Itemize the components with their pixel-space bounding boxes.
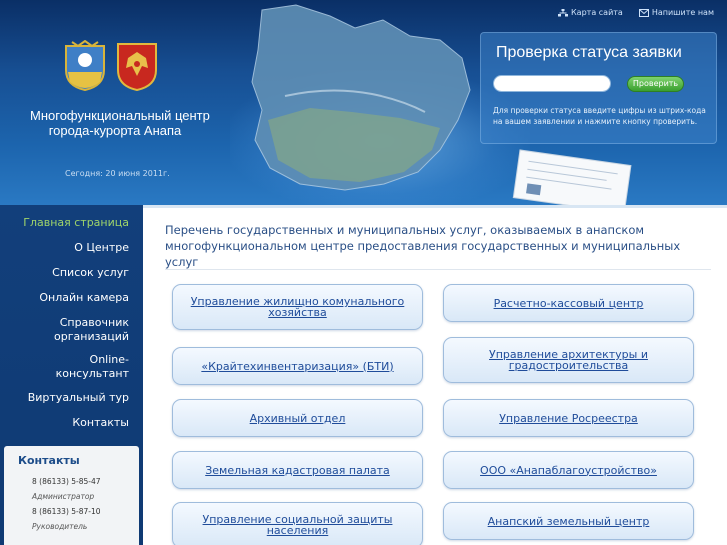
- write-us-link[interactable]: Напишите нам: [638, 8, 714, 17]
- sidebar: Главная страница О Центре Список услуг О…: [0, 205, 143, 545]
- service-button-social-protection[interactable]: Управление социальной защиты населения: [172, 502, 423, 545]
- service-label: Архивный отдел: [249, 411, 346, 425]
- nav-item-home[interactable]: Главная страница: [9, 216, 129, 230]
- service-label: Управление архитектуры и градостроительс…: [489, 348, 648, 372]
- sitemap-icon: [558, 8, 568, 16]
- service-button-archive[interactable]: Архивный отдел: [172, 399, 423, 437]
- today-value: 20 июня 2011г.: [105, 169, 170, 178]
- service-label: Управление Росреестра: [499, 411, 638, 425]
- barcode-input[interactable]: [493, 75, 611, 92]
- service-button-architecture[interactable]: Управление архитектуры и градостроительс…: [443, 337, 694, 383]
- sitemap-label: Карта сайта: [571, 8, 623, 17]
- status-check-title: Проверка статуса заявки: [496, 44, 682, 61]
- envelope-icon: [638, 8, 649, 17]
- organization-name: Многофункциональный центр города-курорта…: [30, 108, 210, 138]
- main-top-border: [143, 205, 727, 208]
- contact-role-1: Администратор: [32, 492, 95, 501]
- service-label: Управление социальной защиты населения: [202, 513, 393, 537]
- service-button-anapablagoustroystvo[interactable]: ООО «Анапаблагоустройство»: [443, 451, 694, 489]
- contact-phone-1: 8 (86133) 5-85-47: [32, 477, 101, 486]
- nav-item-consultant[interactable]: Online-консультант: [49, 353, 129, 381]
- page-title: Перечень государственных и муниципальных…: [165, 223, 681, 269]
- contact-role-2: Руководитель: [32, 522, 88, 531]
- nav-item-directory[interactable]: Справочник организаций: [49, 316, 129, 344]
- service-label: Анапский земельный центр: [487, 514, 650, 528]
- service-button-cadastral[interactable]: Земельная кадастровая палата: [172, 451, 423, 489]
- service-button-bti[interactable]: «Крайтехинвентаризация» (БТИ): [172, 347, 423, 385]
- service-button-housing[interactable]: Управление жилищно комунального хозяйств…: [172, 284, 423, 330]
- service-label: Земельная кадастровая палата: [205, 463, 390, 477]
- nav-item-webcam[interactable]: Онлайн камера: [9, 291, 129, 305]
- check-status-button[interactable]: Проверить: [627, 76, 684, 92]
- header: Многофункциональный центр города-курорта…: [0, 0, 727, 205]
- service-label: «Крайтехинвентаризация» (БТИ): [201, 359, 394, 373]
- status-check-hint: Для проверки статуса введите цифры из шт…: [493, 106, 706, 126]
- anapa-coat-of-arms-icon: [65, 40, 105, 92]
- service-button-cash-center[interactable]: Расчетно-кассовый центр: [443, 284, 694, 322]
- nav-item-services[interactable]: Список услуг: [9, 266, 129, 280]
- service-label: Управление жилищно комунального хозяйств…: [190, 295, 405, 319]
- service-label: Расчетно-кассовый центр: [493, 296, 644, 310]
- nav-item-virtual-tour[interactable]: Виртуальный тур: [9, 391, 129, 405]
- service-button-rosreestr[interactable]: Управление Росреестра: [443, 399, 694, 437]
- contact-phone-2: 8 (86133) 5-87-10: [32, 507, 101, 516]
- status-check-panel: Проверка статуса заявки Проверить Для пр…: [480, 32, 717, 144]
- contacts-title: Контакты: [18, 454, 80, 467]
- today-date: Сегодня: 20 июня 2011г.: [65, 169, 170, 178]
- org-line-2: города-курорта Анапа: [48, 123, 182, 138]
- top-links: Карта сайта Напишите нам: [558, 8, 714, 17]
- write-us-label: Напишите нам: [651, 8, 714, 17]
- today-label: Сегодня:: [65, 169, 103, 178]
- title-divider: [165, 269, 711, 270]
- nav-item-contacts[interactable]: Контакты: [9, 416, 129, 430]
- org-line-1: Многофункциональный центр: [30, 108, 210, 123]
- service-button-land-center[interactable]: Анапский земельный центр: [443, 502, 694, 540]
- main-content: Перечень государственных и муниципальных…: [143, 205, 727, 545]
- sitemap-link[interactable]: Карта сайта: [558, 8, 623, 17]
- nav-item-about[interactable]: О Центре: [9, 241, 129, 255]
- main-navigation: Главная страница О Центре Список услуг О…: [9, 213, 129, 430]
- russia-coat-of-arms-icon: [117, 43, 157, 92]
- contacts-block: Контакты 8 (86133) 5-85-47 Администратор…: [4, 446, 139, 545]
- service-label: ООО «Анапаблагоустройство»: [480, 463, 657, 477]
